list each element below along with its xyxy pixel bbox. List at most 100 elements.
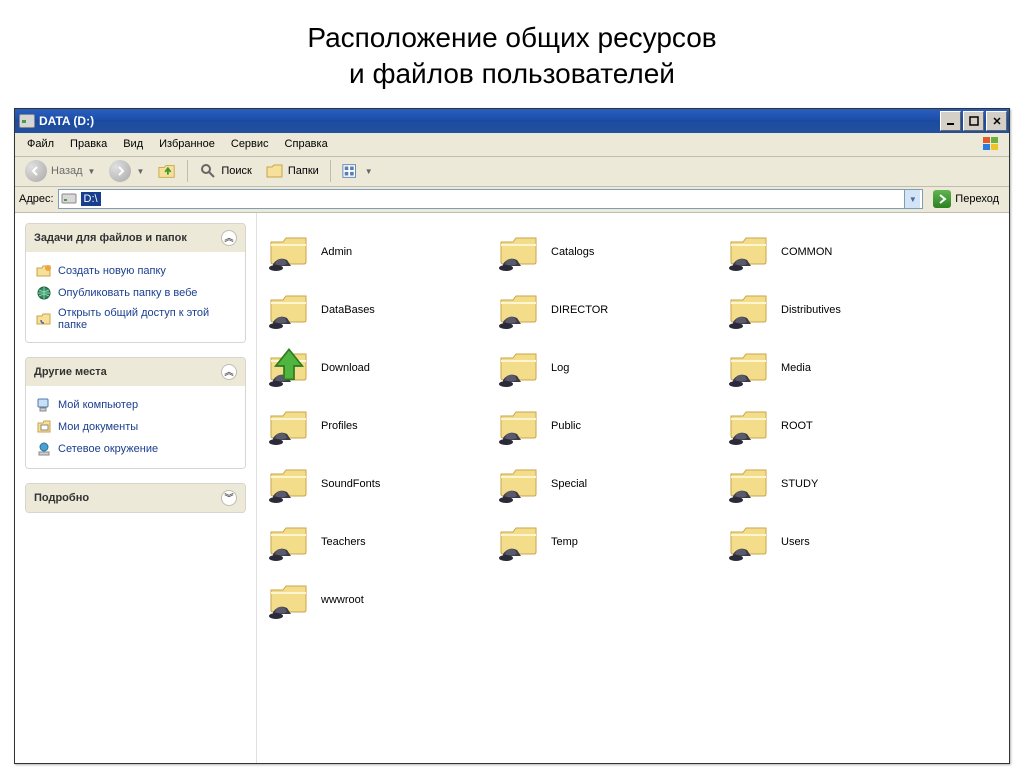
folder-label: Media [781, 362, 811, 374]
task-publish-web[interactable]: Опубликовать папку в вебе [36, 282, 235, 304]
place-my-computer[interactable]: Мой компьютер [36, 394, 235, 416]
folder-item[interactable]: DIRECTOR [497, 281, 727, 339]
address-value: D:\ [81, 192, 101, 206]
slide-title-line1: Расположение общих ресурсов [307, 22, 716, 53]
shared-folder-icon [727, 232, 771, 272]
back-icon [25, 160, 47, 182]
download-folder-icon [267, 348, 311, 388]
folder-label: DIRECTOR [551, 304, 608, 316]
shared-folder-icon [727, 348, 771, 388]
address-dropdown-icon[interactable]: ▼ [904, 190, 920, 208]
toolbar-separator-2 [330, 160, 331, 182]
search-icon [199, 162, 217, 180]
menu-help[interactable]: Справка [277, 135, 336, 153]
minimize-button[interactable] [940, 111, 961, 131]
views-dropdown-icon: ▼ [365, 167, 373, 176]
menu-tools[interactable]: Сервис [223, 135, 277, 153]
folder-item[interactable]: Distributives [727, 281, 957, 339]
folders-label: Папки [288, 165, 319, 177]
tasks-files-box: Задачи для файлов и папок ︽ Создать нову… [25, 223, 246, 343]
views-button[interactable]: ▼ [336, 159, 379, 183]
details-header[interactable]: Подробно ︾ [26, 484, 245, 512]
shared-folder-icon [727, 464, 771, 504]
place-network[interactable]: Сетевое окружение [36, 438, 235, 460]
shared-folder-icon [267, 232, 311, 272]
back-label: Назад [51, 165, 83, 177]
menubar: Файл Правка Вид Избранное Сервис Справка [15, 133, 1009, 157]
expand-icon: ︾ [221, 490, 237, 506]
menu-favorites[interactable]: Избранное [151, 135, 223, 153]
folder-item[interactable]: Teachers [267, 513, 497, 571]
toolbar-separator [187, 160, 188, 182]
back-dropdown-icon: ▼ [88, 167, 96, 176]
task-new-folder-label: Создать новую папку [58, 265, 166, 277]
search-label: Поиск [221, 165, 251, 177]
forward-icon [109, 160, 131, 182]
other-places-box: Другие места ︽ Мой компьютер Мои [25, 357, 246, 469]
shared-folder-icon [497, 290, 541, 330]
folder-item[interactable]: ROOT [727, 397, 957, 455]
folder-label: Special [551, 478, 587, 490]
globe-icon [36, 285, 52, 301]
details-title: Подробно [34, 492, 89, 504]
menu-view[interactable]: Вид [115, 135, 151, 153]
folder-item[interactable]: Users [727, 513, 957, 571]
menu-file[interactable]: Файл [19, 135, 62, 153]
toolbar: Назад ▼ ▼ Поиск [15, 157, 1009, 187]
go-label: Переход [955, 193, 999, 205]
folder-item[interactable]: Admin [267, 223, 497, 281]
folder-label: Public [551, 420, 581, 432]
folder-item[interactable]: Catalogs [497, 223, 727, 281]
shared-folder-icon [727, 290, 771, 330]
my-documents-icon [36, 419, 52, 435]
slide-title: Расположение общих ресурсов и файлов пол… [0, 0, 1024, 108]
back-button[interactable]: Назад ▼ [19, 157, 101, 185]
go-button[interactable]: Переход [927, 188, 1005, 210]
share-folder-icon [36, 311, 52, 327]
folder-item[interactable]: SoundFonts [267, 455, 497, 513]
forward-button[interactable]: ▼ [103, 157, 150, 185]
views-icon [342, 162, 360, 180]
folder-view[interactable]: Admin CatalogsCOMMON DataBases DIRECTOR Dist… [257, 213, 1009, 763]
folder-item[interactable]: Temp [497, 513, 727, 571]
folder-item[interactable]: Log [497, 339, 727, 397]
folder-item[interactable]: Profiles [267, 397, 497, 455]
slide-title-line2: и файлов пользователей [349, 58, 675, 89]
folder-label: Profiles [321, 420, 358, 432]
up-button[interactable] [152, 159, 182, 183]
folder-item[interactable]: Media [727, 339, 957, 397]
maximize-button[interactable] [963, 111, 984, 131]
folder-item[interactable]: STUDY [727, 455, 957, 513]
window-controls [940, 111, 1007, 131]
search-button[interactable]: Поиск [193, 159, 257, 183]
folder-label: Admin [321, 246, 352, 258]
titlebar[interactable]: DATA (D:) [15, 109, 1009, 133]
folders-button[interactable]: Папки [260, 159, 325, 183]
folder-item[interactable]: Public [497, 397, 727, 455]
shared-folder-icon [267, 522, 311, 562]
folder-item[interactable]: Special [497, 455, 727, 513]
other-places-header[interactable]: Другие места ︽ [26, 358, 245, 386]
windows-logo-icon [977, 134, 1005, 154]
place-my-documents[interactable]: Мои документы [36, 416, 235, 438]
shared-folder-icon [267, 464, 311, 504]
folder-label: SoundFonts [321, 478, 380, 490]
addressbar: Адрес: D:\ ▼ Переход [15, 187, 1009, 213]
folder-item[interactable]: wwwroot [267, 571, 497, 629]
tasks-files-header[interactable]: Задачи для файлов и папок ︽ [26, 224, 245, 252]
folder-item[interactable]: Download [267, 339, 497, 397]
place-network-label: Сетевое окружение [58, 443, 158, 455]
task-share-folder[interactable]: Открыть общий доступ к этой папке [36, 304, 235, 334]
details-box: Подробно ︾ [25, 483, 246, 513]
task-new-folder[interactable]: Создать новую папку [36, 260, 235, 282]
close-button[interactable] [986, 111, 1007, 131]
address-input[interactable]: D:\ ▼ [58, 189, 924, 209]
menu-edit[interactable]: Правка [62, 135, 115, 153]
folder-item[interactable]: COMMON [727, 223, 957, 281]
folder-item[interactable]: DataBases [267, 281, 497, 339]
forward-dropdown-icon: ▼ [136, 167, 144, 176]
folder-label: DataBases [321, 304, 375, 316]
folder-grid: Admin CatalogsCOMMON DataBases DIRECTOR Dist… [267, 223, 1009, 629]
my-computer-icon [36, 397, 52, 413]
shared-folder-icon [727, 406, 771, 446]
